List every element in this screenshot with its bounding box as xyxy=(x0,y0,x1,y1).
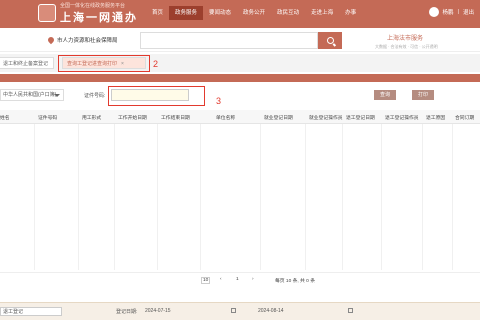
brand-title: 上海法市服务 xyxy=(386,36,423,42)
page-summary: 每页 10 条, 共 0 条 xyxy=(275,279,315,284)
calendar-icon[interactable] xyxy=(345,308,353,314)
pagination: 10 ‹ 1 › 每页 10 条, 共 0 条 xyxy=(0,272,480,286)
col-contract-term: 合同订期 xyxy=(455,116,475,121)
nav-public[interactable]: 政务公开 xyxy=(237,6,271,20)
nav-news[interactable]: 要闻动态 xyxy=(203,6,237,20)
cert-type-select[interactable]: 中华人民共和国(户口簿) xyxy=(0,89,64,101)
user-name[interactable]: 杨鹏 xyxy=(443,8,454,16)
logout-link[interactable]: 退出 xyxy=(463,8,474,16)
col-retire-reason: 退工原因 xyxy=(426,116,446,121)
annotation-3: 3 xyxy=(216,96,222,106)
cert-number-label: 证件号码: xyxy=(84,93,106,99)
col-employ-date: 就业登记日期 xyxy=(264,116,293,121)
logo-title[interactable]: 上海一网通办 xyxy=(60,9,138,25)
col-retire-date: 退工登记日期 xyxy=(346,116,375,121)
col-company: 单位名称 xyxy=(216,116,236,121)
page-size-select[interactable]: 10 xyxy=(201,277,211,284)
brand-badge: 上海法市服务 大数据 · 合法有效 · 可信 · 公开透明 xyxy=(375,33,438,50)
nav-office[interactable]: 办事 xyxy=(339,6,362,20)
highlight-box-tab xyxy=(58,55,150,72)
location-pin-icon xyxy=(46,35,56,45)
date-from-value: 2024-07-15 xyxy=(145,308,171,314)
col-end-date: 工作结束日期 xyxy=(161,116,190,121)
bottom-filter-bar: 退工登记 登记日期: 2024-07-15 2024-08-14 xyxy=(0,302,480,320)
nav-services[interactable]: 政务服务 xyxy=(169,6,204,20)
main-nav: 首页 政务服务 要闻动态 政务公开 政民互动 走进上海 办事 xyxy=(146,6,362,20)
site-search-input[interactable] xyxy=(140,32,318,49)
location-selector[interactable]: 市人力资源和社会保障局 xyxy=(46,35,118,45)
next-page-button[interactable]: › xyxy=(252,277,254,282)
table-header: 姓名 证件号码 用工形式 工作开始日期 工作结束日期 单位名称 就业登记日期 就… xyxy=(0,110,480,124)
top-header: 全国一体化在线政务服务平台 上海一网通办 首页 政务服务 要闻动态 政务公开 政… xyxy=(0,0,480,28)
site-logo-icon[interactable] xyxy=(38,4,56,22)
section-stripe xyxy=(0,74,480,82)
record-type-select[interactable]: 退工登记 xyxy=(0,307,62,316)
user-avatar-icon[interactable] xyxy=(428,7,439,17)
date-label: 登记日期: xyxy=(116,309,138,315)
print-button[interactable]: 打印 xyxy=(412,90,434,100)
calendar-icon[interactable] xyxy=(228,308,236,314)
nav-home[interactable]: 首页 xyxy=(146,6,169,20)
col-name: 姓名 xyxy=(0,116,10,121)
query-button[interactable]: 查询 xyxy=(374,90,396,100)
col-start-date: 工作开始日期 xyxy=(118,116,147,121)
search-icon xyxy=(326,37,334,44)
nav-shanghai[interactable]: 走进上海 xyxy=(305,6,339,20)
col-employment-type: 用工形式 xyxy=(82,116,102,121)
prev-page-button[interactable]: ‹ xyxy=(220,277,222,282)
highlight-box-input xyxy=(108,86,205,106)
tab-retirement-filing[interactable]: 退工和终止备案登记 xyxy=(0,57,54,69)
col-cert-number: 证件号码 xyxy=(38,116,58,121)
filter-row: 中华人民共和国(户口簿) 证件号码: 查询 打印 xyxy=(0,86,480,106)
location-label: 市人力资源和社会保障局 xyxy=(57,38,118,44)
table-body xyxy=(0,124,480,270)
date-to-value: 2024-08-14 xyxy=(258,308,284,314)
logo-subtitle: 全国一体化在线政务服务平台 xyxy=(60,3,126,9)
search-button[interactable] xyxy=(318,32,342,49)
date-from-input[interactable]: 2024-07-15 xyxy=(145,308,171,314)
nav-interaction[interactable]: 政民互动 xyxy=(271,6,305,20)
date-to-input[interactable]: 2024-08-14 xyxy=(258,308,284,314)
col-retire-operator: 退工登记操作员 xyxy=(385,116,419,121)
current-page[interactable]: 1 xyxy=(236,277,239,282)
user-area: 杨鹏 | 退出 xyxy=(428,7,474,17)
col-employ-operator: 就业登记操作员 xyxy=(309,116,343,121)
search-row: 市人力资源和社会保障局 上海法市服务 大数据 · 合法有效 · 可信 · 公开透… xyxy=(0,28,480,52)
brand-subtitle: 大数据 · 合法有效 · 可信 · 公开透明 xyxy=(375,44,438,49)
annotation-2: 2 xyxy=(153,59,159,69)
